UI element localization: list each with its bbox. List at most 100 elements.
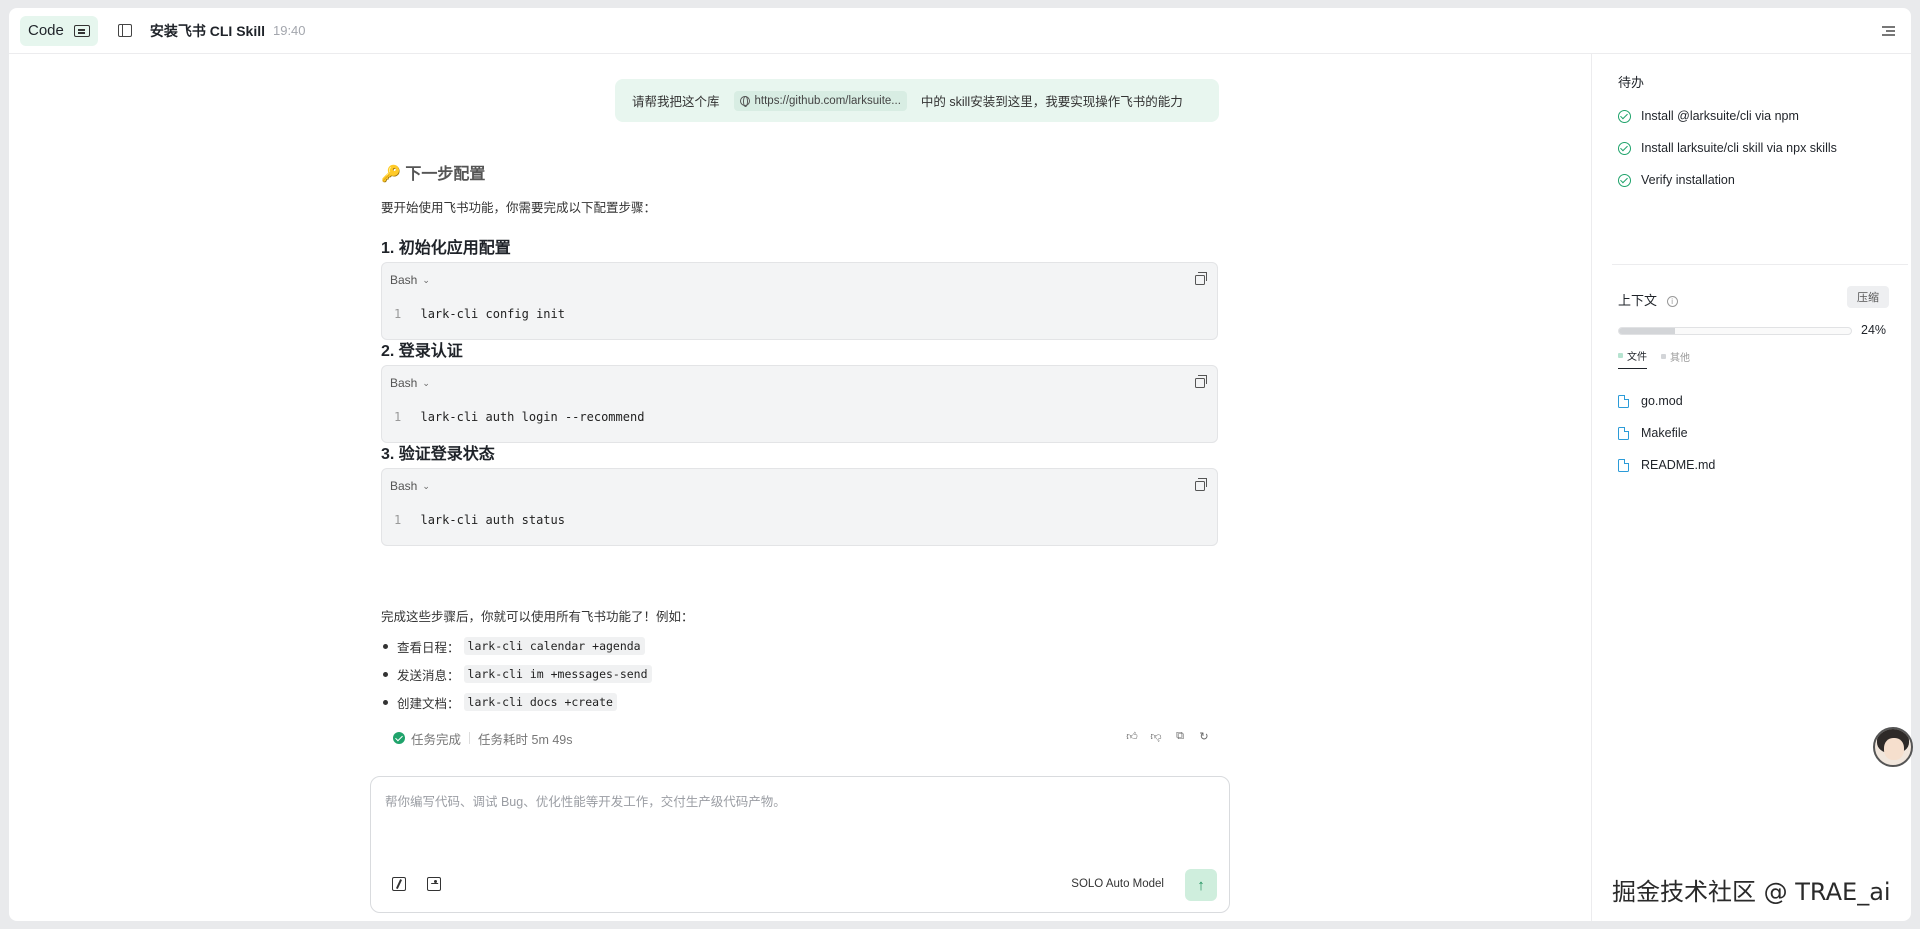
language-selector[interactable]: Bash ⌄	[390, 273, 430, 287]
list-item: 发送消息： lark-cli im +messages-send	[381, 660, 652, 688]
file-name: README.md	[1641, 458, 1716, 472]
legend-tab-other[interactable]: 其他	[1661, 348, 1690, 369]
model-selector[interactable]: SOLO Auto Model	[1071, 878, 1164, 890]
sidebar-toggle-icon[interactable]	[117, 24, 132, 37]
send-button[interactable]: ↑	[1185, 869, 1217, 901]
file-icon	[1618, 426, 1629, 440]
intro-text: 要开始使用飞书功能，你需要完成以下配置步骤：	[381, 201, 657, 215]
line-number: 1	[394, 410, 402, 424]
file-icon	[1618, 458, 1629, 472]
todo-item: Install @larksuite/cli via npm	[1618, 109, 1799, 123]
example-label: 查看日程：	[397, 640, 460, 655]
info-icon[interactable]: i	[1666, 296, 1678, 308]
session-time: 19:40	[272, 23, 306, 38]
step-heading: 3. 验证登录状态	[381, 446, 495, 463]
globe-icon	[739, 95, 750, 107]
outro-text: 完成这些步骤后，你就可以使用所有飞书功能了！例如：	[381, 610, 694, 624]
code-line: 1 lark-cli auth status	[394, 513, 565, 527]
code-block: Bash ⌄ 1 lark-cli config init	[381, 262, 1218, 340]
inline-code: lark-cli calendar +agenda	[463, 637, 645, 655]
todo-label: Install larksuite/cli skill via npx skil…	[1641, 141, 1837, 155]
legend-swatch	[1661, 353, 1666, 359]
next-steps-heading: 🔑 下一步配置	[381, 166, 486, 183]
list-item: 创建文档： lark-cli docs +create	[381, 688, 652, 716]
task-status: 任务完成	[411, 732, 462, 747]
context-title: 上下文 i	[1618, 290, 1678, 309]
code-line: 1 lark-cli config init	[394, 307, 565, 321]
thumbs-down-icon[interactable]: 👎︎	[1150, 730, 1162, 743]
chevron-down-icon: ⌄	[422, 480, 430, 491]
divider	[1612, 264, 1908, 265]
repo-link-chip[interactable]: https://github.com/larksuite...	[733, 90, 907, 111]
copy-icon[interactable]	[1195, 478, 1207, 491]
copy-icon[interactable]	[1195, 375, 1207, 388]
inline-code: lark-cli im +messages-send	[463, 665, 652, 683]
example-list: 查看日程： lark-cli calendar +agenda 发送消息： la…	[381, 632, 652, 716]
todo-title: 待办	[1618, 75, 1645, 90]
context-title-label: 上下文	[1618, 293, 1658, 308]
chat-area: 请帮我把这个库 https://github.com/larksuite... …	[9, 54, 1591, 921]
outline-menu-icon[interactable]	[1882, 25, 1895, 37]
context-usage-percent: 24%	[1861, 323, 1887, 337]
top-bar: Code 安装飞书 CLI Skill 19:40	[9, 8, 1911, 54]
context-usage-fill	[1619, 328, 1675, 334]
example-label: 创建文档：	[397, 696, 460, 711]
compress-button[interactable]: 压缩	[1847, 286, 1889, 308]
step-heading: 1. 初始化应用配置	[381, 240, 511, 257]
language-label: Bash	[390, 273, 418, 287]
chevron-down-icon: ⌄	[422, 377, 430, 388]
task-status-row: 任务完成 任务耗时 5m 49s 👍︎ 👎︎ ⧉ ↻	[381, 728, 1218, 748]
code-text: lark-cli auth login --recommend	[420, 410, 645, 424]
line-number: 1	[394, 513, 402, 527]
code-text: lark-cli auth status	[420, 513, 565, 527]
response-actions: 👍︎ 👎︎ ⧉ ↻	[1126, 730, 1210, 743]
prompt-input[interactable]	[385, 791, 1205, 851]
repo-link-text: https://github.com/larksuite...	[754, 94, 901, 107]
language-selector[interactable]: Bash ⌄	[390, 376, 430, 390]
slash-command-icon[interactable]	[392, 877, 406, 891]
language-selector[interactable]: Bash ⌄	[390, 479, 430, 493]
avatar-face	[1884, 738, 1904, 760]
context-file-item[interactable]: README.md	[1618, 458, 1715, 472]
context-file-item[interactable]: Makefile	[1618, 426, 1688, 440]
user-message: 请帮我把这个库 https://github.com/larksuite... …	[615, 79, 1219, 122]
code-block: Bash ⌄ 1 lark-cli auth login --recommend	[381, 365, 1218, 443]
copy-icon[interactable]	[1195, 272, 1207, 285]
refresh-icon[interactable]: ↻	[1198, 730, 1210, 743]
todo-label: Verify installation	[1641, 173, 1735, 187]
assistant-avatar[interactable]	[1873, 727, 1913, 767]
task-duration: 任务耗时 5m 49s	[478, 732, 573, 747]
code-line: 1 lark-cli auth login --recommend	[394, 410, 644, 424]
list-item: 查看日程： lark-cli calendar +agenda	[381, 632, 652, 660]
chevron-down-icon: ⌄	[422, 274, 430, 285]
divider	[469, 732, 471, 744]
legend-label: 文件	[1627, 352, 1647, 363]
terminal-icon	[73, 24, 90, 37]
copy-icon[interactable]: ⧉	[1174, 730, 1186, 742]
check-circle-icon	[393, 732, 405, 744]
line-number: 1	[394, 307, 402, 321]
code-text: lark-cli config init	[420, 307, 565, 321]
image-upload-icon[interactable]	[427, 877, 441, 891]
thumbs-up-icon[interactable]: 👍︎	[1126, 730, 1138, 743]
context-file-item[interactable]: go.mod	[1618, 394, 1683, 408]
code-mode-chip[interactable]: Code	[20, 15, 98, 46]
code-block: Bash ⌄ 1 lark-cli auth status	[381, 468, 1218, 546]
watermark: 掘金技术社区 @ TRAE_ai	[1612, 878, 1891, 906]
arrow-up-icon: ↑	[1197, 876, 1205, 894]
app-window: Code 安装飞书 CLI Skill 19:40 请帮我把这个库 https:…	[9, 8, 1911, 921]
language-label: Bash	[390, 376, 418, 390]
todo-item: Install larksuite/cli skill via npx skil…	[1618, 141, 1837, 155]
context-legend: 文件 其他	[1618, 348, 1690, 369]
code-mode-label: Code	[28, 22, 64, 39]
inline-code: lark-cli docs +create	[463, 693, 617, 711]
check-circle-icon	[1618, 109, 1631, 123]
example-label: 发送消息：	[397, 668, 460, 683]
page-title: 安装飞书 CLI Skill	[149, 22, 265, 39]
file-name: go.mod	[1641, 394, 1683, 408]
legend-swatch	[1618, 353, 1623, 358]
legend-tab-files[interactable]: 文件	[1618, 348, 1647, 369]
todo-item: Verify installation	[1618, 173, 1735, 187]
todo-label: Install @larksuite/cli via npm	[1641, 109, 1799, 123]
user-message-suffix: 中的 skill安装到这里，我要实现操作飞书的能力	[920, 95, 1183, 109]
